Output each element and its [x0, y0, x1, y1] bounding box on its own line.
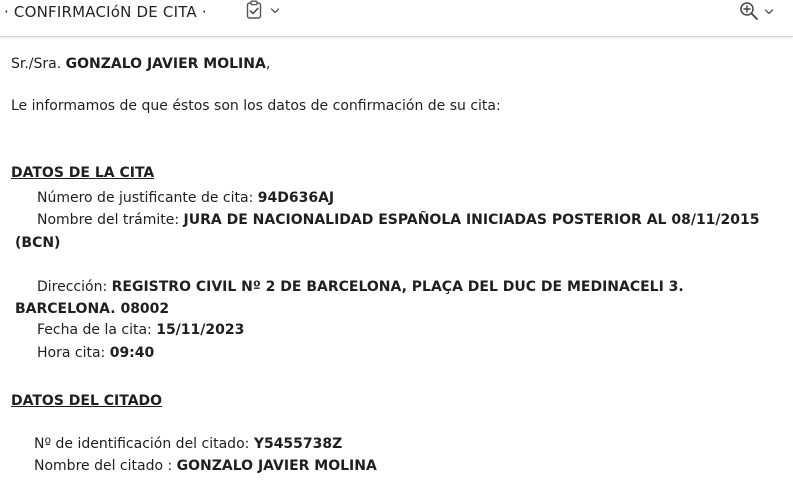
- hora-row: Hora cita: 09:40: [37, 344, 154, 362]
- direccion-value-cont: BARCELONA. 08002: [15, 301, 170, 317]
- email-body: Sr./Sra. GONZALO JAVIER MOLINA, Le infor…: [0, 0, 793, 487]
- zoom-button[interactable]: [738, 0, 778, 24]
- fecha-row: Fecha de la cita: 15/11/2023: [37, 321, 244, 339]
- justificante-row: Número de justificante de cita: 94D636AJ: [37, 189, 334, 207]
- fecha-label: Fecha de la cita:: [37, 322, 152, 338]
- id-row: Nº de identificación del citado: Y545573…: [34, 435, 342, 453]
- tramite-value: JURA DE NACIONALIDAD ESPAÑOLA INICIADAS …: [183, 212, 760, 228]
- tramite-label: Nombre del trámite:: [37, 212, 180, 228]
- hora-value: 09:40: [109, 345, 155, 361]
- salutation-prefix: Sr./Sra.: [11, 56, 62, 72]
- nombre-label: Nombre del citado :: [34, 458, 173, 474]
- direccion-value: REGISTRO CIVIL Nº 2 DE BARCELONA, PLAÇA …: [111, 279, 684, 295]
- section-heading-cita: DATOS DE LA CITA: [11, 165, 155, 181]
- nombre-value: GONZALO JAVIER MOLINA: [176, 458, 377, 474]
- tramite-value-cont: (BCN): [15, 235, 61, 251]
- justificante-label: Número de justificante de cita:: [37, 190, 254, 206]
- categorize-button[interactable]: [242, 0, 282, 24]
- id-value: Y5455738Z: [253, 436, 343, 452]
- fecha-value: 15/11/2023: [156, 322, 245, 338]
- recipient-name: GONZALO JAVIER MOLINA: [65, 56, 266, 72]
- salutation-suffix: ,: [265, 56, 271, 72]
- tramite-row: Nombre del trámite: JURA DE NACIONALIDAD…: [37, 211, 760, 229]
- intro-text: Le informamos de que éstos son los datos…: [11, 98, 501, 114]
- message-subject: · CONFIRMACIóN DE CITA ·: [4, 3, 207, 21]
- hora-label: Hora cita:: [37, 345, 106, 361]
- clipboard-check-icon: [246, 0, 262, 19]
- direccion-row: Dirección: REGISTRO CIVIL Nº 2 DE BARCEL…: [37, 278, 684, 296]
- justificante-value: 94D636AJ: [257, 190, 335, 206]
- zoom-in-icon: [740, 2, 758, 20]
- direccion-label: Dirección:: [37, 279, 108, 295]
- section-heading-citado: DATOS DEL CITADO: [11, 393, 163, 409]
- chevron-down-icon: [270, 8, 280, 14]
- id-label: Nº de identificación del citado:: [34, 436, 250, 452]
- chevron-down-icon: [764, 9, 774, 15]
- nombre-row: Nombre del citado : GONZALO JAVIER MOLIN…: [34, 457, 377, 475]
- message-header-bar: · CONFIRMACIóN DE CITA ·: [0, 0, 793, 37]
- salutation: Sr./Sra. GONZALO JAVIER MOLINA,: [11, 55, 270, 73]
